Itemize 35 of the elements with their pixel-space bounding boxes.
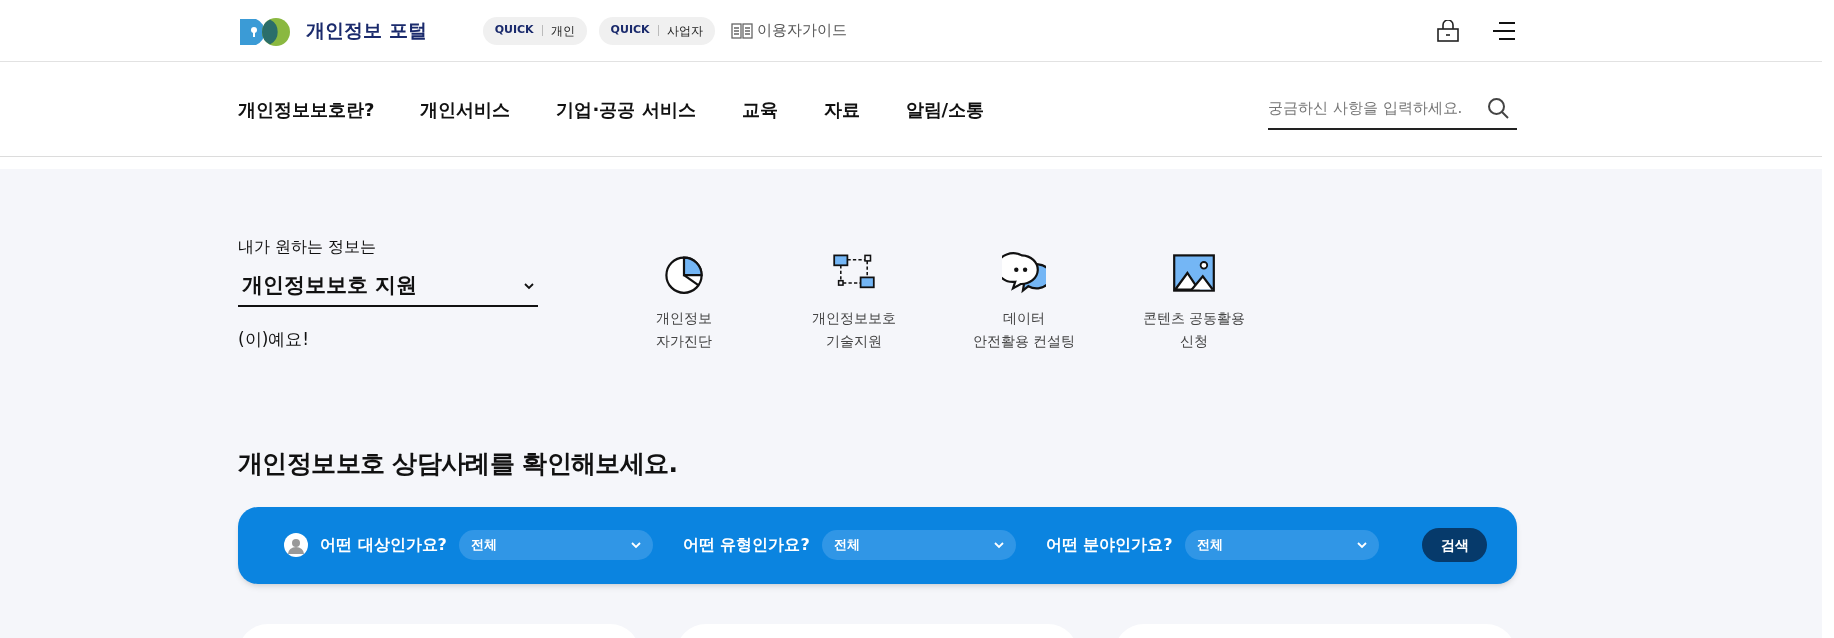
nav-item[interactable]: 알림/소통 <box>905 95 985 123</box>
section-heading: 개인정보보호 상담사례를 확인해보세요. <box>238 448 679 480</box>
nav-item[interactable]: 개인서비스 <box>420 95 511 123</box>
menu-icon[interactable] <box>1493 20 1517 41</box>
filter-label: 어떤 대상인가요? <box>320 534 447 556</box>
shortcut-link[interactable]: 데이터 안전활용 컨설팅 <box>972 307 1076 353</box>
nav-item[interactable]: 교육 <box>741 95 778 123</box>
nav-item[interactable]: 자료 <box>823 95 860 123</box>
filter-label: 어떤 분야인가요? <box>1045 534 1173 556</box>
search-field[interactable]: 궁금하신 사항을 입력하세요. <box>1268 88 1517 130</box>
user-guide-link[interactable]: 이용자가이드 <box>730 19 847 42</box>
chevron-down-icon <box>1356 541 1367 549</box>
nav-item[interactable]: 개인정보보호란? <box>238 95 375 123</box>
info-select[interactable]: 개인정보보호 지원 <box>238 267 538 307</box>
person-avatar-icon <box>284 533 308 557</box>
search-input[interactable]: 궁금하신 사항을 입력하세요. <box>1268 96 1487 120</box>
book-icon <box>730 22 753 39</box>
chevron-down-icon <box>993 541 1004 549</box>
filter-label: 어떤 유형인가요? <box>682 534 810 556</box>
logo-text[interactable]: 개인정보 포털 <box>306 16 427 45</box>
suffix-text: (이)예요! <box>238 328 311 351</box>
shortcut-link[interactable]: 개인정보보호 기술지원 <box>812 307 896 353</box>
quick-link[interactable]: QUICK 사업자 <box>598 16 715 45</box>
chevron-down-icon <box>524 282 534 290</box>
intro-text: 내가 원하는 정보는 <box>238 236 378 258</box>
search-button[interactable]: 검색 <box>1422 528 1487 562</box>
search-icon[interactable] <box>1487 97 1509 119</box>
shortcut-link[interactable]: 콘텐츠 공동활용 신청 <box>1142 307 1246 353</box>
speech-bubbles-icon[interactable] <box>1002 251 1046 295</box>
picture-icon[interactable] <box>1172 251 1216 295</box>
chevron-down-icon <box>630 541 641 549</box>
quick-link[interactable]: QUICK 개인 <box>482 16 587 45</box>
lock-icon[interactable] <box>1437 19 1459 42</box>
shortcut-link[interactable]: 개인정보 자가진단 <box>656 307 712 353</box>
nav-item[interactable]: 기업·공공 서비스 <box>556 95 696 123</box>
